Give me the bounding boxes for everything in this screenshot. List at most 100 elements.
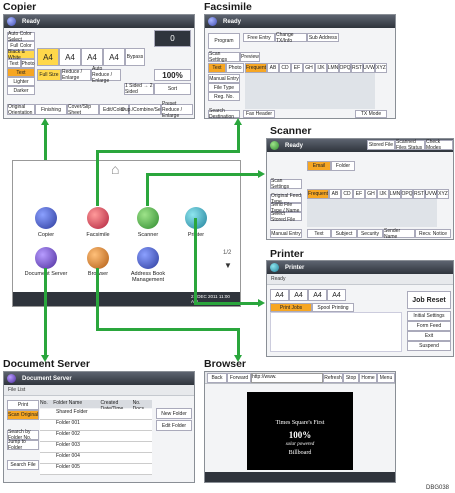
scanner-tab-ef[interactable]: EF: [353, 189, 365, 199]
fax-photo-button[interactable]: Photo: [226, 63, 244, 73]
reduce-enlarge-button[interactable]: Reduce / Enlarge: [61, 69, 91, 81]
scanner-tab-ab[interactable]: AB: [329, 189, 341, 199]
scanner-app-icon[interactable]: [137, 207, 159, 229]
scanner-status-button[interactable]: Scanned Files Status: [395, 139, 425, 151]
scanner-destination-grid[interactable]: [307, 199, 437, 227]
browser-back-button[interactable]: Back: [207, 373, 227, 383]
scanner-stored-file-button[interactable]: Stored File: [367, 140, 395, 150]
table-row[interactable]: Folder 003: [40, 442, 152, 453]
browser-url-field[interactable]: http://www.: [251, 373, 323, 383]
browser-refresh-button[interactable]: Refresh: [323, 373, 343, 383]
text-photo-button[interactable]: Text: [7, 68, 35, 77]
scanner-tab-uvw[interactable]: UVW: [425, 189, 437, 199]
fax-tab-uvw[interactable]: UVW: [363, 63, 375, 73]
job-reset-button[interactable]: Job Reset: [407, 291, 451, 309]
bw-button[interactable]: Black & White: [7, 49, 35, 61]
suspend-button[interactable]: Suspend: [407, 341, 451, 351]
fax-reg-no-button[interactable]: Reg. No.: [208, 92, 240, 101]
fax-tab-xyz[interactable]: XYZ: [375, 63, 387, 73]
preset-reduce-button[interactable]: Preset Reduce / Enlarge: [161, 101, 193, 118]
browser-menu-button[interactable]: Menu: [377, 373, 395, 383]
fax-file-type-button[interactable]: File Type: [208, 83, 240, 92]
scanner-security-button[interactable]: Security: [357, 229, 383, 238]
fax-scan-settings-button[interactable]: Scan Settings: [208, 51, 240, 63]
spool-printing-tab[interactable]: Spool Printing: [312, 303, 354, 312]
fax-tab-rst[interactable]: RST: [351, 63, 363, 73]
printer-exit-button[interactable]: Exit: [407, 331, 451, 341]
fax-frequent-tab[interactable]: Frequent: [245, 63, 267, 73]
fax-header-button[interactable]: Fax Header: [243, 110, 275, 118]
print-jobs-tab[interactable]: Print Jobs: [270, 303, 312, 312]
auto-color-button[interactable]: Auto Color Select: [7, 31, 35, 43]
scanner-check-modes-button[interactable]: Check Modes: [425, 139, 453, 151]
fax-manual-entry-button[interactable]: Manual Entry: [208, 74, 240, 83]
fax-tx-mode-button[interactable]: TX Mode: [355, 110, 387, 118]
jump-to-folder-button[interactable]: Jump to Folder: [7, 439, 39, 451]
scanner-subject-button[interactable]: Subject: [331, 229, 357, 238]
scanner-recv-notice-button[interactable]: Recv. Notice: [415, 229, 451, 238]
paper-tray-1[interactable]: A4: [37, 48, 59, 66]
browser-stop-button[interactable]: Stop: [343, 373, 359, 383]
table-row[interactable]: Shared Folder: [40, 409, 152, 420]
dup-combine-button[interactable]: Dup./Combine/Series: [121, 104, 169, 115]
fax-free-entry-button[interactable]: Free Entry: [243, 33, 275, 42]
initial-settings-button[interactable]: Initial Settings: [407, 311, 451, 321]
table-row[interactable]: Folder 004: [40, 453, 152, 464]
scanner-manual-entry-button[interactable]: Manual Entry: [270, 229, 302, 238]
auto-reduce-button[interactable]: Auto Reduce / Enlarge: [91, 66, 121, 84]
scanner-frequent-tab[interactable]: Frequent: [307, 189, 329, 199]
fax-text-button[interactable]: Text: [208, 63, 226, 73]
fax-destination-grid[interactable]: [245, 73, 375, 109]
fax-tab-cd[interactable]: CD: [279, 63, 291, 73]
bypass-button[interactable]: Bypass: [125, 48, 145, 66]
scan-original-button[interactable]: Scan Original: [7, 410, 39, 420]
page-down-icon[interactable]: ▼: [224, 261, 232, 270]
paper-tray-2[interactable]: A4: [59, 48, 81, 66]
fax-program-button[interactable]: Program: [208, 33, 240, 49]
fax-tab-lmn[interactable]: LMN: [327, 63, 339, 73]
paper-tray-4[interactable]: A4: [103, 48, 125, 66]
copier-app-icon[interactable]: [35, 207, 57, 229]
finishing-button[interactable]: Finishing: [35, 104, 67, 115]
text-button[interactable]: Text: [7, 59, 21, 68]
document-server-app-icon[interactable]: [35, 247, 57, 269]
scanner-scan-settings-button[interactable]: Scan Settings: [270, 178, 302, 190]
scanner-tab-rst[interactable]: RST: [413, 189, 425, 199]
browser-home-button[interactable]: Home: [359, 373, 377, 383]
photo-button[interactable]: Photo: [21, 59, 35, 68]
fax-tab-opq[interactable]: OPQ: [339, 63, 351, 73]
scanner-select-stored-button[interactable]: Select Stored File: [270, 211, 302, 223]
fax-sub-address-button[interactable]: Sub Address: [307, 33, 339, 42]
table-row[interactable]: Folder 001: [40, 420, 152, 431]
fax-tab-ef[interactable]: EF: [291, 63, 303, 73]
form-feed-button[interactable]: Form Feed: [407, 321, 451, 331]
darker-button[interactable]: Darker: [7, 86, 35, 95]
fax-tab-ab[interactable]: AB: [267, 63, 279, 73]
scanner-email-tab[interactable]: Email: [307, 161, 331, 171]
new-folder-button[interactable]: New Folder: [156, 408, 192, 419]
table-row[interactable]: Folder 005: [40, 464, 152, 475]
scanner-tab-lmn[interactable]: LMN: [389, 189, 401, 199]
sort-button[interactable]: Sort: [154, 83, 191, 95]
scanner-tab-opq[interactable]: OPQ: [401, 189, 413, 199]
fax-change-tx-button[interactable]: Change TX/Info: [275, 32, 307, 44]
cover-slip-button[interactable]: Cover/Slip Sheet: [67, 104, 99, 116]
scanner-folder-tab[interactable]: Folder: [331, 161, 355, 171]
duplex-button[interactable]: 1 Sided → 2 Sided: [124, 83, 154, 95]
fax-tab-ijk[interactable]: IJK: [315, 63, 327, 73]
fax-search-button[interactable]: Search Destination: [208, 108, 240, 118]
docserver-print-button[interactable]: Print: [7, 400, 39, 410]
original-orientation-button[interactable]: Original Orientation: [7, 104, 35, 116]
scanner-tab-xyz[interactable]: XYZ: [437, 189, 449, 199]
lighter-button[interactable]: Lighter: [7, 77, 35, 86]
scanner-text-button[interactable]: Text: [307, 229, 331, 238]
scanner-tab-gh[interactable]: GH: [365, 189, 377, 199]
edit-folder-button[interactable]: Edit Folder: [156, 420, 192, 431]
scanner-tab-cd[interactable]: CD: [341, 189, 353, 199]
table-row[interactable]: Folder 002: [40, 431, 152, 442]
print-job-list[interactable]: [270, 312, 402, 352]
scanner-tab-ijk[interactable]: IJK: [377, 189, 389, 199]
fax-tab-gh[interactable]: GH: [303, 63, 315, 73]
address-book-app-icon[interactable]: [137, 247, 159, 269]
full-size-button[interactable]: Full Size: [37, 69, 61, 81]
